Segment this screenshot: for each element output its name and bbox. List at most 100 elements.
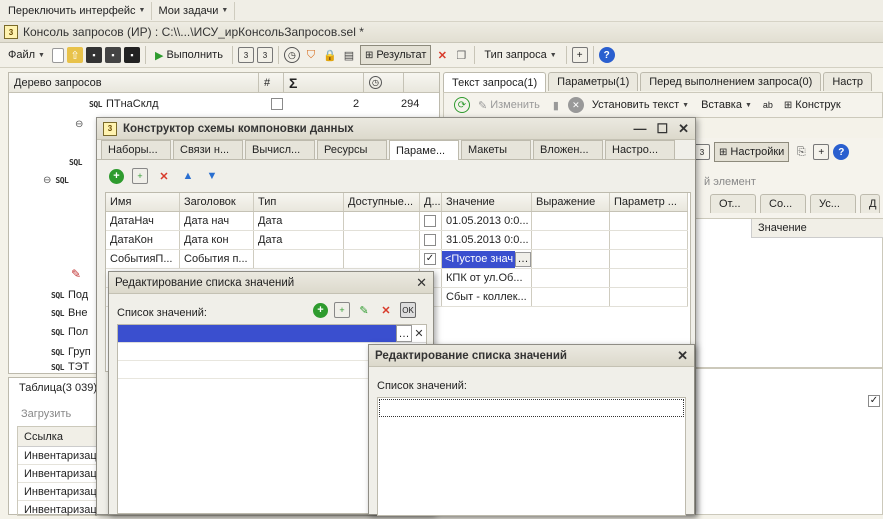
move-up-icon[interactable]: ▲ (180, 168, 196, 184)
table-row[interactable]: ДатаНач Дата нач Дата 01.05.2013 0:0... (106, 212, 688, 231)
add-window-icon[interactable]: + (571, 47, 588, 63)
notes-icon[interactable]: ▤ (341, 47, 357, 63)
add-icon[interactable]: + (109, 168, 124, 184)
result-button[interactable]: ⊞ Результат (359, 45, 432, 65)
sql-icon: SQL (51, 347, 64, 357)
minimize-icon[interactable]: — (633, 121, 646, 137)
move-down-icon[interactable]: ▼ (204, 168, 220, 184)
add-icon[interactable]: + (313, 302, 328, 318)
delete-icon[interactable]: ✕ (156, 168, 172, 184)
tree-row[interactable]: SQL Груп (51, 343, 91, 361)
add-window-icon[interactable]: + (813, 144, 830, 160)
run-button[interactable]: ▶ Выполнить (151, 45, 227, 65)
tree-row[interactable]: SQL Под (51, 286, 88, 304)
tree-row[interactable]: SQL Пол (51, 323, 88, 341)
select-button[interactable]: … (396, 325, 412, 342)
load-button[interactable]: Загрузить (21, 408, 71, 420)
tree-title: Дерево запросов (9, 73, 259, 92)
new-file-icon[interactable] (51, 47, 64, 63)
right-checkbox[interactable]: ✓ (868, 395, 880, 407)
tree-row[interactable]: SQL ПТнаСклд 2 294 (89, 95, 439, 113)
available-checkbox[interactable] (424, 215, 436, 227)
cancel-icon[interactable]: ✕ (567, 97, 584, 113)
shield-icon[interactable]: ⛉ (303, 47, 319, 63)
switch-interface-menu[interactable]: Переключить интерфейс ▼ (2, 1, 153, 20)
up-icon[interactable]: ▮ (548, 97, 564, 113)
list-item-input[interactable] (118, 325, 396, 342)
list-item[interactable] (379, 399, 684, 417)
tree-row[interactable]: SQL ТЭТ (51, 361, 89, 373)
select-button[interactable]: … (515, 251, 531, 267)
tree-row-checkbox[interactable] (271, 98, 283, 110)
query-type-dropdown[interactable]: Тип запроса ▼ (480, 45, 560, 65)
subtab-1[interactable]: От... (710, 194, 756, 213)
clock-icon[interactable]: ◷ (283, 47, 300, 63)
set-text-dropdown[interactable]: Установить текст ▼ (588, 95, 693, 115)
tree-row[interactable]: ✎ (71, 265, 81, 283)
change-button[interactable]: ✎ Изменить (474, 95, 544, 115)
subtab-3[interactable]: Ус... (810, 194, 856, 213)
list-item[interactable]: … ✕ (118, 325, 426, 343)
paste-icon[interactable]: ⎘ (793, 144, 809, 160)
close-icon[interactable]: ✕ (677, 348, 688, 364)
tab-nested[interactable]: Вложен... (533, 140, 603, 159)
tab-parameters[interactable]: Параме... (389, 140, 459, 160)
edit-icon[interactable]: ✎ (356, 302, 372, 318)
my-tasks-menu[interactable]: Мои задачи ▼ (152, 1, 236, 20)
tab-settings[interactable]: Настр (823, 72, 873, 91)
maximize-icon[interactable]: ☐ (656, 121, 668, 137)
query-plan-icon[interactable]: 3 (237, 47, 254, 63)
insert-dropdown[interactable]: Вставка ▼ (697, 95, 756, 115)
tree-row[interactable]: SQL (69, 153, 86, 171)
tree-expander[interactable]: ⊖ (75, 115, 83, 133)
right-content-area: 3 ⊞ Настройки ⎘ + ? й элемент От... Со...… (690, 138, 883, 368)
window-title-bar: 3 Консоль запросов (ИР) : С:\\...\ИСУ_ир… (0, 22, 883, 43)
copy-icon[interactable]: ❐ (453, 47, 469, 63)
tab-calculated[interactable]: Вычисл... (245, 140, 315, 159)
available-checkbox[interactable]: ✓ (424, 253, 436, 265)
lock-icon[interactable]: 🔒 (322, 47, 338, 63)
tree-icon[interactable]: 3 (694, 144, 710, 160)
tree-row[interactable]: ⊖ SQL (43, 171, 72, 189)
tab-datasets[interactable]: Наборы... (101, 140, 171, 159)
right-bottom-area: ✓ (690, 368, 883, 515)
tree-row[interactable]: SQL Вне (51, 304, 87, 322)
ok-icon[interactable]: OK (400, 302, 416, 318)
settings-button[interactable]: ⊞ Настройки (714, 142, 790, 162)
table-row[interactable]: СобытияП... События п... ✓ <Пустое знач … (106, 250, 688, 269)
play-icon: ▶ (154, 49, 164, 62)
open-icon[interactable]: ⇧ (66, 47, 83, 63)
value-input[interactable]: <Пустое знач (442, 250, 515, 268)
refresh-icon[interactable]: ⟳ (454, 97, 470, 113)
constructor-button[interactable]: ⊞ Конструк (780, 95, 845, 115)
result-icon: ⊞ (364, 49, 374, 61)
add-copy-icon[interactable]: + (334, 302, 350, 318)
tab-before-execute[interactable]: Перед выполнением запроса(0) (640, 72, 822, 91)
table-label[interactable]: Таблица(3 039) (19, 382, 97, 394)
close-icon[interactable]: ✕ (416, 275, 427, 291)
table-row[interactable]: ДатаКон Дата кон Дата 31.05.2013 0:0... (106, 231, 688, 250)
add-copy-icon[interactable]: + (132, 168, 148, 184)
save-copy-icon[interactable]: ▪ (123, 47, 140, 63)
close-icon[interactable]: ✕ (678, 121, 689, 137)
help-icon[interactable]: ? (598, 47, 615, 63)
help-icon[interactable]: ? (833, 144, 850, 160)
tab-resources[interactable]: Ресурсы (317, 140, 387, 159)
available-checkbox[interactable] (424, 234, 436, 246)
close-red-icon[interactable]: ✕ (434, 47, 450, 63)
format-icon[interactable]: ab (760, 97, 776, 113)
subtab-2[interactable]: Со... (760, 194, 806, 213)
tab-templates[interactable]: Макеты (461, 140, 531, 159)
query-text-toolbar: ⟳ ✎ Изменить ▮ ✕ Установить текст ▼ Вставк… (443, 92, 883, 118)
save-icon[interactable]: ▪ (85, 47, 102, 63)
query-plan-2-icon[interactable]: 3 (256, 47, 273, 63)
tab-parameters[interactable]: Параметры(1) (548, 72, 639, 91)
file-menu-button[interactable]: Файл ▼ (4, 45, 49, 65)
tab-query-text[interactable]: Текст запроса(1) (443, 72, 547, 92)
delete-icon[interactable]: ✕ (378, 302, 394, 318)
subtab-4[interactable]: Д (860, 194, 880, 213)
tab-settings[interactable]: Настро... (605, 140, 675, 159)
save-as-icon[interactable]: ▪ (104, 47, 121, 63)
tab-links[interactable]: Связи н... (173, 140, 243, 159)
clear-icon[interactable]: ✕ (412, 325, 426, 342)
